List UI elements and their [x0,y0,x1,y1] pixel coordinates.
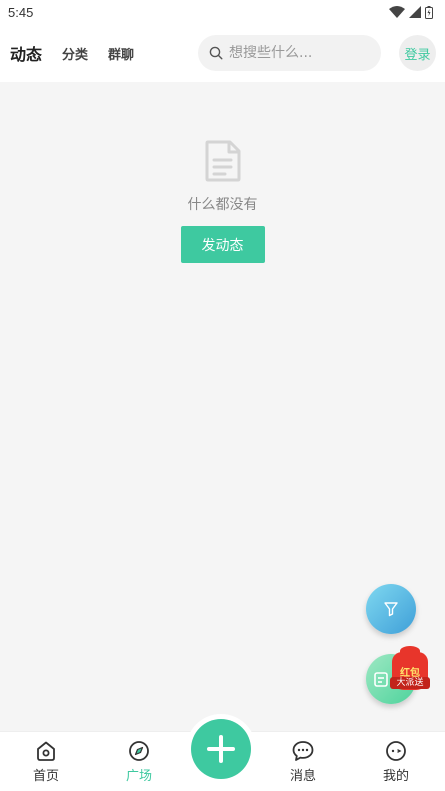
filter-icon [384,602,398,617]
nav-messages-label: 消息 [289,769,316,784]
empty-text: 什么都没有 [187,197,258,213]
search-input[interactable] [229,45,369,61]
nav-square-label: 广场 [125,769,152,784]
search-box[interactable] [198,35,381,71]
empty-state: 什么都没有 发动态 [0,140,445,263]
nav-profile[interactable]: 我的 [366,732,426,791]
post-button-label: 发动态 [201,237,244,254]
status-bar: 5:45 [0,0,445,24]
nav-profile-label: 我的 [382,769,409,784]
tab-feed[interactable]: 动态 [8,41,43,68]
compass-icon [129,741,149,761]
battery-icon [425,5,433,19]
nav-home[interactable]: 首页 [16,732,76,791]
search-icon [209,46,223,60]
nav-messages[interactable]: 消息 [273,732,333,791]
login-button[interactable]: 登录 [399,35,436,71]
plus-icon [207,735,235,763]
publish-button[interactable] [191,719,251,779]
wifi-icon [389,6,405,18]
red-packet-promo[interactable]: 红包 大派送 [388,644,432,692]
home-icon [37,741,55,761]
top-header: 动态 分类 群聊 登录 [0,24,445,82]
tab-category[interactable]: 分类 [62,44,88,63]
filter-button[interactable] [366,584,416,634]
tab-group-chat[interactable]: 群聊 [108,44,134,63]
tab-feed-label: 动态 [10,45,43,64]
tab-group-chat-label: 群聊 [108,47,135,63]
nav-square[interactable]: 广场 [109,732,169,791]
chat-icon [292,741,314,761]
post-button[interactable]: 发动态 [180,226,265,263]
document-icon [205,140,240,182]
signal-icon [409,6,421,18]
red-packet-subtitle: 大派送 [390,677,430,689]
system-icons [389,5,433,19]
profile-icon [386,741,406,761]
tab-category-label: 分类 [62,47,89,63]
nav-home-label: 首页 [32,769,59,784]
login-label: 登录 [404,47,431,63]
status-time: 5:45 [8,4,34,20]
